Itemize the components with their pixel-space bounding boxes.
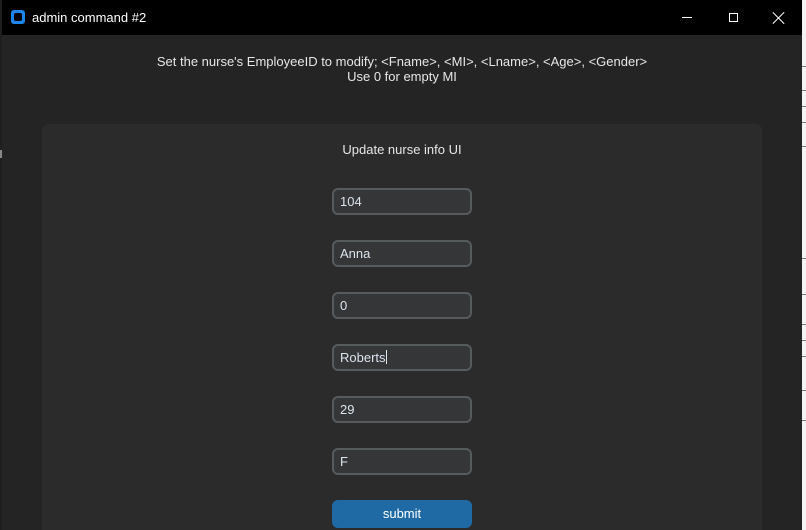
employee-id-field[interactable]: 104 xyxy=(332,188,472,215)
app-window: admin command #2 Set the nurse's Employe… xyxy=(2,0,802,530)
minimize-button[interactable] xyxy=(664,0,710,35)
employee-id-value: 104 xyxy=(340,194,362,209)
age-value: 29 xyxy=(340,402,355,417)
maximize-button[interactable] xyxy=(710,0,756,35)
text-cursor xyxy=(385,350,387,364)
gender-field[interactable]: F xyxy=(332,448,472,475)
fname-field[interactable]: Anna xyxy=(332,240,472,267)
close-button[interactable] xyxy=(756,0,802,35)
close-icon xyxy=(773,12,785,24)
title-bar[interactable]: admin command #2 xyxy=(2,0,802,35)
background-window xyxy=(802,0,806,530)
fname-value: Anna xyxy=(340,246,371,261)
maximize-icon xyxy=(728,13,738,22)
instructions-line-1: Set the nurse's EmployeeID to modify; <F… xyxy=(156,54,648,69)
lname-field[interactable]: Roberts xyxy=(332,344,472,371)
app-icon xyxy=(11,10,25,24)
lname-value: Roberts xyxy=(340,350,386,365)
mi-field[interactable]: 0 xyxy=(332,292,472,319)
submit-button[interactable]: submit xyxy=(332,500,472,528)
window-title: admin command #2 xyxy=(32,10,147,25)
form-panel: Update nurse info UI 104 Anna 0 Roberts … xyxy=(42,124,762,530)
gender-value: F xyxy=(340,454,348,469)
instructions: Set the nurse's EmployeeID to modify; <F… xyxy=(2,54,802,84)
instructions-line-2: Use 0 for empty MI xyxy=(347,69,457,84)
minimize-icon xyxy=(682,17,692,18)
age-field[interactable]: 29 xyxy=(332,396,472,423)
form-title: Update nurse info UI xyxy=(342,142,462,157)
mi-value: 0 xyxy=(340,298,348,313)
